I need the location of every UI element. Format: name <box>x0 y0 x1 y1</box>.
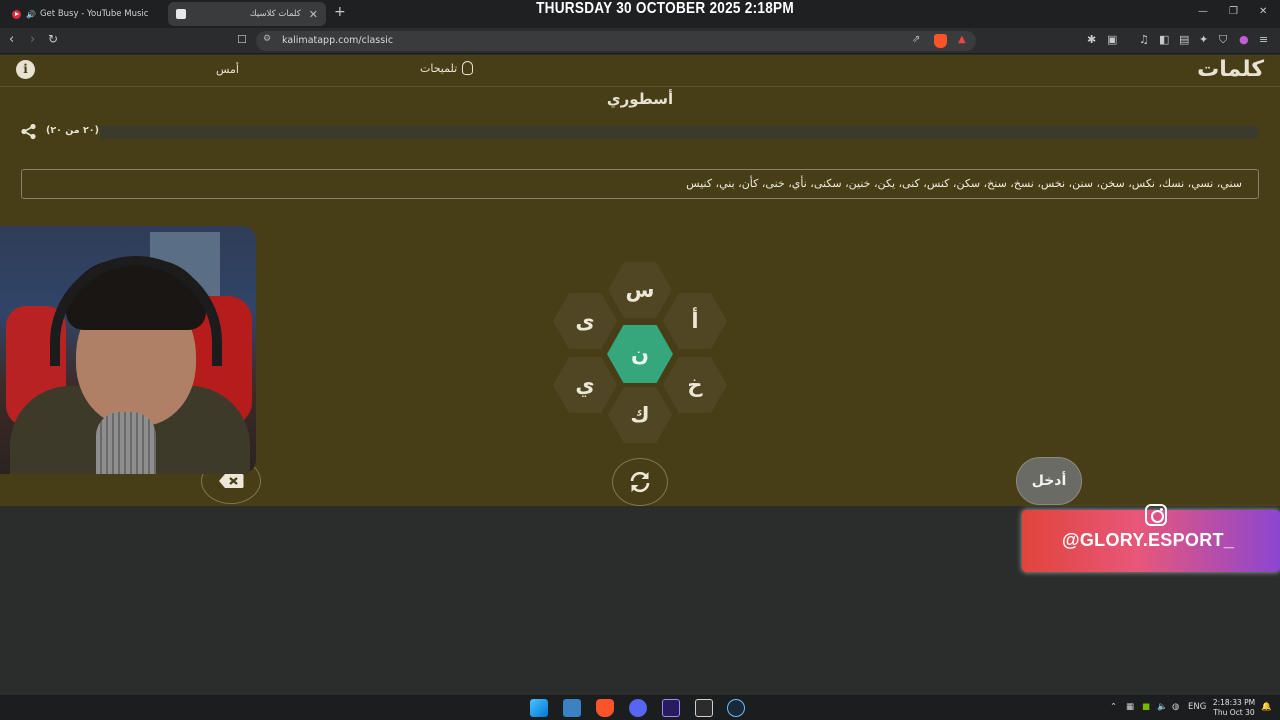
leo-ai-icon[interactable]: ✦ <box>1199 33 1208 46</box>
sidebar-icon[interactable]: ◧ <box>1159 33 1169 46</box>
brave-rewards-icon[interactable]: ▲ <box>958 34 966 45</box>
url-field[interactable]: ⚙ kalimatapp.com/classic ⇗ ▲ <box>256 31 976 51</box>
backspace-icon <box>219 474 244 488</box>
enter-button[interactable]: أدخل <box>1016 457 1082 505</box>
letter-hex-bottom[interactable]: ك <box>608 387 672 443</box>
tab-title: Get Busy - YouTube Music <box>39 9 149 19</box>
progress-fill <box>100 126 1258 139</box>
yesterday-button[interactable]: أمس <box>216 63 239 76</box>
reload-icon[interactable]: ↻ <box>48 32 58 46</box>
shuffle-button[interactable] <box>612 458 668 506</box>
premiere-pro-icon[interactable] <box>662 699 680 717</box>
youtube-music-icon <box>12 9 21 19</box>
notifications-icon[interactable]: 🔔 <box>1261 702 1272 712</box>
tab-title: كلمات كلاسيك <box>249 9 301 19</box>
rank-title: أسطوري <box>606 90 674 108</box>
instagram-banner: @GLORY.ESPORT_ <box>1022 504 1280 572</box>
found-words-box[interactable]: سني، نسي، نسك، نكس، سخن، سنن، نخس، نسخ، … <box>21 169 1259 199</box>
url-text: kalimatapp.com/classic <box>282 35 394 46</box>
vpn-icon[interactable]: ⛉ <box>1219 33 1227 47</box>
bookmark-icon[interactable]: ☐ <box>237 33 247 46</box>
share-icon[interactable] <box>20 123 37 140</box>
music-icon[interactable]: ♫ <box>1139 33 1149 46</box>
screenshot-icon[interactable]: ▣ <box>1107 33 1117 46</box>
profile-icon[interactable]: ● <box>1239 33 1249 46</box>
share-page-icon[interactable]: ⇗ <box>912 34 920 45</box>
shuffle-icon <box>630 471 650 493</box>
brave-browser-icon[interactable] <box>596 699 614 717</box>
nvidia-icon[interactable]: ■ <box>1142 702 1150 712</box>
clock-date: Thu Oct 30 <box>1213 708 1255 717</box>
lightbulb-icon <box>462 61 474 75</box>
forward-icon[interactable]: › <box>30 32 35 47</box>
found-words-list: سني، نسي، نسك، نكس، سخن، سنن، نخس، نسخ، … <box>686 177 1242 190</box>
tab-kalimat[interactable]: كلمات كلاسيك ✕ <box>168 2 326 26</box>
hints-button[interactable]: تلميحات <box>420 61 474 75</box>
letter-hex-top-left[interactable]: ى <box>553 293 617 349</box>
instagram-icon <box>1145 504 1167 526</box>
network-icon[interactable]: ◍ <box>1172 702 1179 712</box>
letter-hex-center[interactable]: ن <box>607 325 673 383</box>
epic-games-icon[interactable] <box>695 699 713 717</box>
new-tab-button[interactable]: + <box>334 4 346 20</box>
volume-icon[interactable]: 🔈 <box>1157 702 1168 712</box>
minimize-icon[interactable]: — <box>1198 6 1208 17</box>
screen: 🔊 Get Busy - YouTube Music كلمات كلاسيك … <box>0 0 1280 720</box>
datetime-overlay: THURSDAY 30 OCTOBER 2025 2:18PM <box>536 0 794 17</box>
letter-hex-bottom-left[interactable]: ي <box>553 357 617 413</box>
tray-overflow-icon[interactable]: ⌃ <box>1110 702 1117 712</box>
steam-icon[interactable] <box>727 699 745 717</box>
start-menu-icon[interactable] <box>530 699 548 717</box>
tray-app-icon[interactable]: ▦ <box>1126 702 1134 712</box>
kalimat-favicon-icon <box>176 9 186 19</box>
brave-shields-icon[interactable] <box>934 34 947 48</box>
app-logo[interactable]: كلمات <box>1197 57 1264 82</box>
letter-hex-top-right[interactable]: أ <box>663 293 727 349</box>
address-bar-row: ‹ › ↻ ☐ ⚙ kalimatapp.com/classic ⇗ ▲ ✱ ▣… <box>0 28 1280 54</box>
progress-bar <box>100 126 1258 139</box>
wallet-icon[interactable]: ▤ <box>1179 33 1189 46</box>
site-settings-icon[interactable]: ⚙ <box>263 34 271 44</box>
letter-hex-top[interactable]: س <box>608 262 672 318</box>
close-tab-icon[interactable]: ✕ <box>309 8 318 21</box>
hints-label: تلميحات <box>420 61 458 75</box>
extensions-icon[interactable]: ✱ <box>1087 33 1096 46</box>
clock-time: 2:18:33 PM <box>1212 698 1256 707</box>
speaker-icon[interactable]: 🔊 <box>26 10 36 19</box>
menu-icon[interactable]: ≡ <box>1259 33 1268 46</box>
windows-taskbar: ⌃ ▦ ■ 🔈 ◍ ENG 2:18:33 PM Thu Oct 30 🔔 <box>0 694 1280 720</box>
restore-icon[interactable]: ❐ <box>1229 6 1238 17</box>
info-icon[interactable]: i <box>16 60 35 79</box>
progress-count: (٢٠ من ٢٠) <box>46 125 99 136</box>
system-clock[interactable]: 2:18:33 PM Thu Oct 30 <box>1212 698 1256 718</box>
letter-hex-bottom-right[interactable]: خ <box>663 357 727 413</box>
browser-tab-bar: 🔊 Get Busy - YouTube Music كلمات كلاسيك … <box>0 0 1280 28</box>
instagram-handle: @GLORY.ESPORT_ <box>1062 530 1235 550</box>
app-header: كلمات تلميحات أمس i <box>0 55 1280 87</box>
file-explorer-icon[interactable] <box>563 699 581 717</box>
webcam-microphone <box>96 412 156 474</box>
back-icon[interactable]: ‹ <box>9 32 14 47</box>
tab-youtube-music[interactable]: 🔊 Get Busy - YouTube Music <box>4 2 164 26</box>
close-window-icon[interactable]: ✕ <box>1259 6 1267 17</box>
language-indicator[interactable]: ENG <box>1188 702 1206 712</box>
discord-icon[interactable] <box>629 699 647 717</box>
webcam-overlay <box>0 226 256 474</box>
